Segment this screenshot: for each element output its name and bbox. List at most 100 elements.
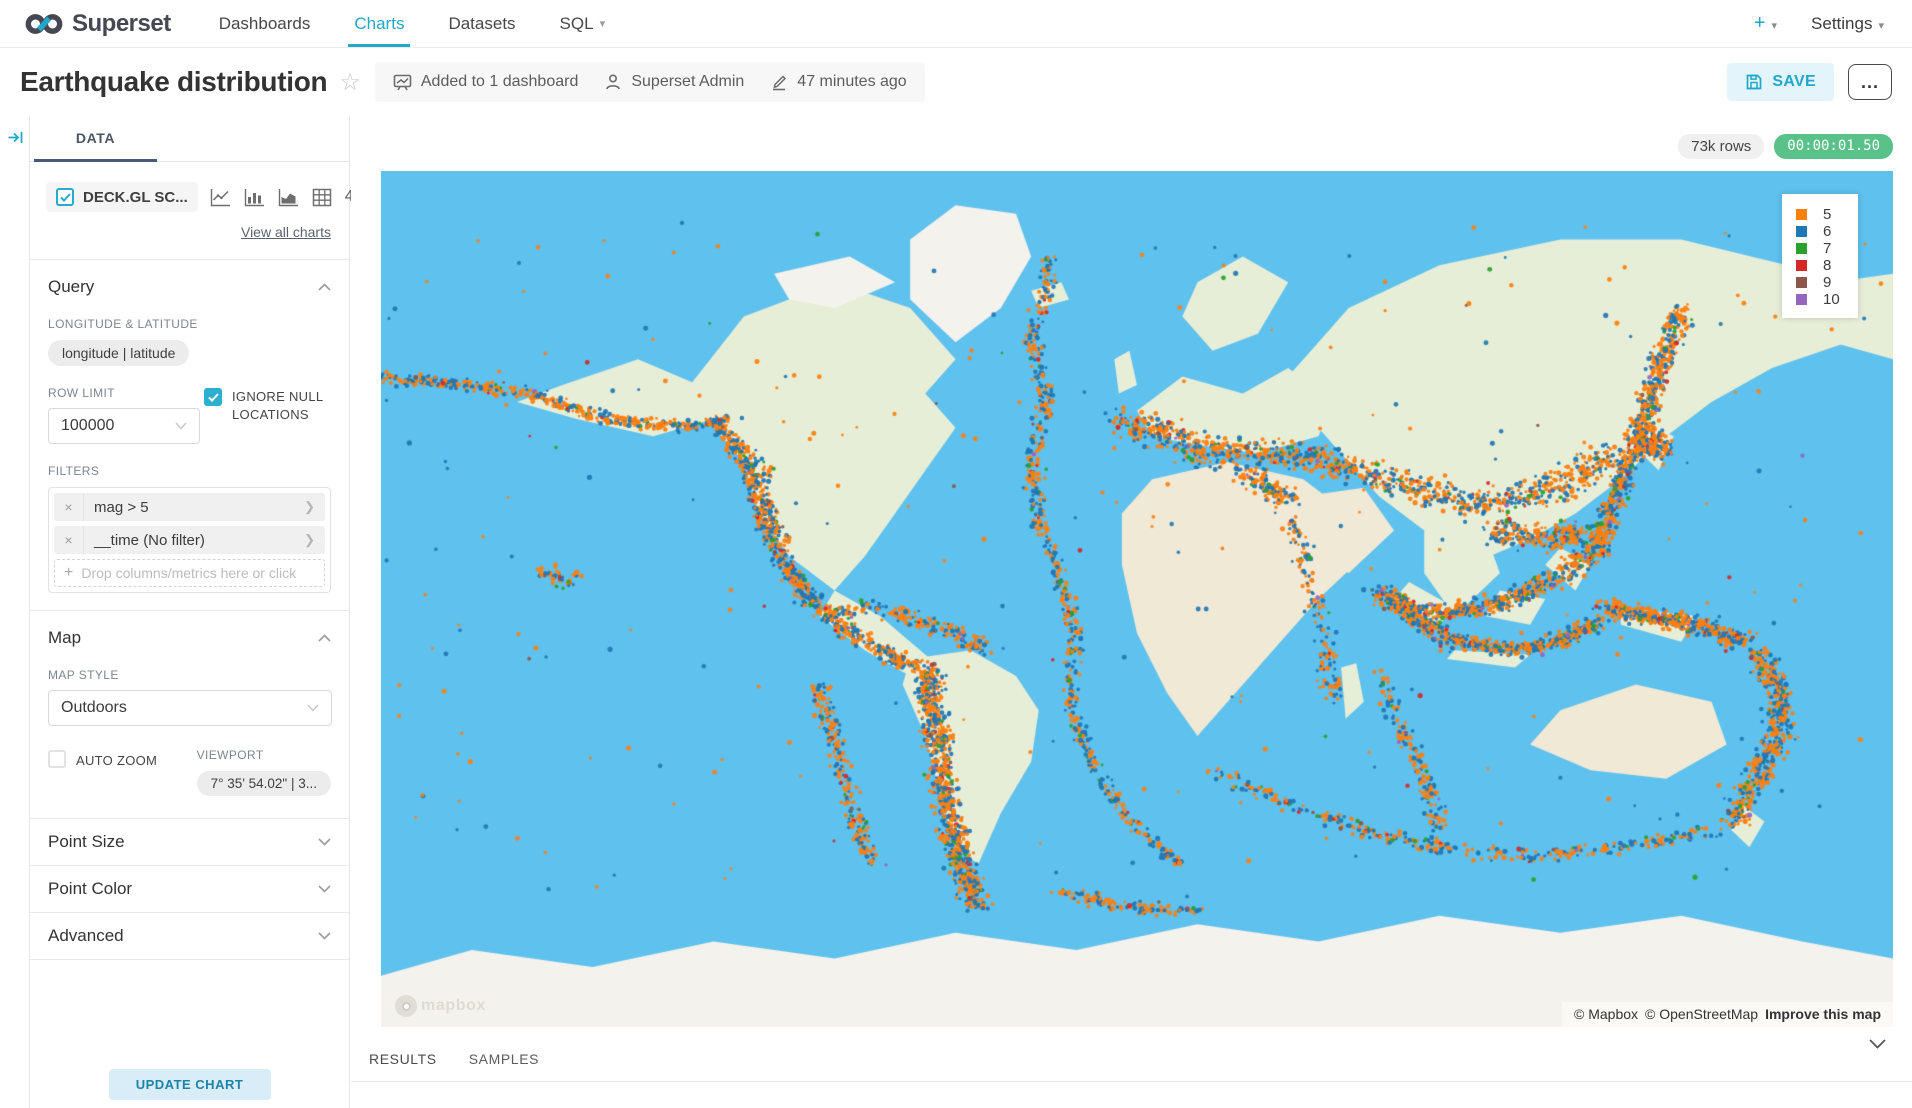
line-chart-icon[interactable] <box>210 188 231 207</box>
update-chart-button[interactable]: UPDATE CHART <box>109 1069 271 1100</box>
osm-attribution-link[interactable]: © OpenStreetMap <box>1645 1006 1758 1022</box>
point-size-section-header[interactable]: Point Size <box>48 819 331 865</box>
legend-item[interactable]: 6 <box>1796 223 1846 240</box>
nav-item-charts[interactable]: Charts <box>332 0 426 47</box>
filters-label: FILTERS <box>48 464 331 478</box>
brand-name: Superset <box>72 10 171 38</box>
save-button[interactable]: SAVE <box>1727 63 1834 101</box>
dashboard-icon <box>393 73 412 92</box>
row-limit-select[interactable]: 100000 <box>48 408 200 444</box>
table-icon[interactable] <box>312 188 332 207</box>
viewport-value-pill[interactable]: 7° 35' 54.02" | 3... <box>197 771 331 796</box>
top-navbar: Superset Dashboards Charts Datasets SQL▾… <box>0 0 1912 48</box>
owner-meta: Superset Admin <box>604 73 744 91</box>
new-menu-button[interactable]: +▾ <box>1754 12 1777 35</box>
user-icon <box>604 73 622 91</box>
checkbox-checked-icon[interactable] <box>204 388 222 406</box>
divider <box>30 959 349 960</box>
ignore-null-label: IGNORE NULL LOCATIONS <box>232 388 323 424</box>
page-title: Earthquake distribution <box>20 66 327 98</box>
legend-label: 5 <box>1823 206 1831 223</box>
chevron-down-icon <box>175 422 187 430</box>
favorite-star-icon[interactable]: ☆ <box>339 68 361 97</box>
chevron-down-icon <box>318 885 331 893</box>
tab-samples[interactable]: SAMPLES <box>469 1051 539 1067</box>
lonlat-label: LONGITUDE & LATITUDE <box>48 317 331 331</box>
collapse-results-icon[interactable] <box>1869 1039 1886 1049</box>
legend-swatch <box>1796 226 1807 237</box>
chevron-up-icon <box>318 634 331 642</box>
control-panel-tabs: DATA <box>30 117 349 162</box>
world-map-canvas[interactable] <box>381 171 1893 1027</box>
row-count-badge: 73k rows <box>1678 134 1764 159</box>
chevron-down-icon <box>307 704 319 712</box>
viz-type-row: DECK.GL SC... 4k <box>46 182 335 212</box>
plus-icon: + <box>64 564 73 582</box>
viz-type-selected[interactable]: DECK.GL SC... <box>46 182 198 212</box>
legend-swatch <box>1796 209 1807 220</box>
settings-menu[interactable]: Settings▾ <box>1811 14 1884 34</box>
query-section-header[interactable]: Query <box>48 260 331 297</box>
nav-item-dashboards[interactable]: Dashboards <box>197 0 333 47</box>
bar-chart-icon[interactable] <box>244 188 265 207</box>
query-timer-badge: 00:00:01.50 <box>1774 134 1893 159</box>
map-attribution: © Mapbox © OpenStreetMap Improve this ma… <box>1562 1002 1893 1027</box>
remove-filter-icon[interactable]: × <box>54 526 84 554</box>
superset-logo[interactable]: Superset <box>0 0 197 47</box>
viz-checkbox-checked[interactable] <box>56 188 74 206</box>
map-style-select[interactable]: Outdoors <box>48 690 332 726</box>
area-chart-icon[interactable] <box>278 188 299 207</box>
dashboards-meta[interactable]: Added to 1 dashboard <box>393 73 578 92</box>
point-color-section-header[interactable]: Point Color <box>48 866 331 912</box>
nav-item-sql[interactable]: SQL▾ <box>538 0 628 47</box>
legend-label: 6 <box>1823 223 1831 240</box>
ignore-null-checkbox-row[interactable]: IGNORE NULL LOCATIONS <box>204 388 331 424</box>
viewport-label: VIEWPORT <box>197 748 331 762</box>
filters-box: × mag > 5 ❯ × __time (No filter) ❯ + Dro… <box>48 487 331 593</box>
results-tabs: RESULTS SAMPLES <box>369 1051 539 1067</box>
nav-item-datasets[interactable]: Datasets <box>426 0 537 47</box>
divider <box>351 1081 1912 1082</box>
mapbox-attribution-link[interactable]: © Mapbox <box>1574 1006 1638 1022</box>
collapse-panel-icon[interactable] <box>7 129 24 146</box>
advanced-section-header[interactable]: Advanced <box>48 913 331 959</box>
filter-chip[interactable]: × __time (No filter) ❯ <box>54 526 325 554</box>
chevron-down-icon <box>318 838 331 846</box>
view-all-charts-link[interactable]: View all charts <box>241 224 331 240</box>
legend-label: 7 <box>1823 240 1831 257</box>
filter-chip[interactable]: × mag > 5 ❯ <box>54 493 325 521</box>
chevron-down-icon <box>318 932 331 940</box>
deckgl-map: 5 6 7 8 9 10 m <box>381 171 1893 1027</box>
legend-item[interactable]: 9 <box>1796 274 1846 291</box>
legend-swatch <box>1796 294 1807 305</box>
legend-label: 8 <box>1823 257 1831 274</box>
row-limit-label: ROW LIMIT <box>48 386 200 400</box>
legend-item[interactable]: 8 <box>1796 257 1846 274</box>
remove-filter-icon[interactable]: × <box>54 493 84 521</box>
mapbox-logo[interactable]: mapbox <box>395 995 486 1017</box>
modified-meta: 47 minutes ago <box>770 73 906 91</box>
map-section-header[interactable]: Map <box>48 611 331 648</box>
more-actions-button[interactable]: ... <box>1848 64 1892 100</box>
map-style-label: MAP STYLE <box>48 668 331 682</box>
lonlat-value-pill[interactable]: longitude | latitude <box>48 340 189 366</box>
chevron-right-icon[interactable]: ❯ <box>304 532 325 548</box>
tab-data[interactable]: DATA <box>34 117 157 162</box>
tab-results[interactable]: RESULTS <box>369 1051 437 1067</box>
legend-swatch <box>1796 277 1807 288</box>
control-panel: DATA DECK.GL SC... <box>30 117 350 1108</box>
query-section: Query LONGITUDE & LATITUDE longitude | l… <box>30 260 349 593</box>
legend-item[interactable]: 7 <box>1796 240 1846 257</box>
drop-columns-zone[interactable]: + Drop columns/metrics here or click <box>54 559 325 587</box>
chevron-right-icon[interactable]: ❯ <box>304 499 325 515</box>
legend-item[interactable]: 10 <box>1796 291 1846 308</box>
mapbox-logo-icon <box>395 995 417 1017</box>
legend-item[interactable]: 5 <box>1796 206 1846 223</box>
auto-zoom-label: AUTO ZOOM <box>76 750 157 770</box>
improve-map-link[interactable]: Improve this map <box>1765 1006 1881 1022</box>
auto-zoom-checkbox-row[interactable]: AUTO ZOOM <box>48 750 193 770</box>
checkbox-unchecked-icon[interactable] <box>48 750 66 768</box>
map-section: Map MAP STYLE Outdoors AUTO ZOOM VIEWPOR… <box>30 611 349 816</box>
panel-gutter <box>0 117 30 1108</box>
chevron-down-icon: ▾ <box>1772 20 1778 32</box>
